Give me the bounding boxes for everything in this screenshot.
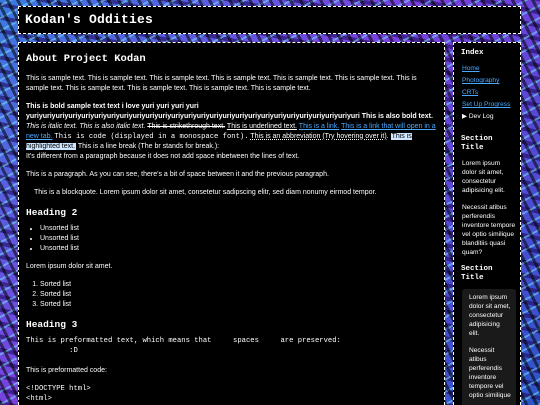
inline-code: This is code (displayed in a monospace f… — [54, 133, 249, 141]
list-item: Unsorted list — [40, 224, 437, 234]
page-heading: About Project Kodan — [26, 53, 146, 65]
sidebar: Index Home Photography CRTs Set Up Progr… — [453, 42, 521, 405]
list-item: Sorted list — [40, 290, 437, 300]
heading-2: Heading 2 — [26, 207, 78, 218]
section-title-1: Section Title — [461, 135, 493, 152]
intro-text: This is sample text. This is sample text… — [26, 75, 417, 92]
line-break-text: This is a line break (The br stands for … — [77, 143, 220, 150]
nav-crts[interactable]: CRTs — [462, 89, 478, 96]
list-item: Sorted list — [40, 280, 437, 290]
paragraph-text: This is a paragraph. As you can see, the… — [26, 171, 329, 178]
strikethrough-text: This is strikethrough text. — [147, 123, 226, 130]
italic-also-text: This is also italic text. — [79, 123, 146, 130]
index-title: Index — [461, 49, 484, 57]
sorted-list: Sorted list Sorted list Sorted list — [26, 280, 437, 310]
nav-set-up-progress[interactable]: Set Up Progress — [462, 101, 510, 108]
unsorted-list: Unsorted list Unsorted list Unsorted lis… — [26, 224, 437, 254]
preformatted-code: <!DOCTYPE html> <html> <body> — [26, 385, 91, 403]
list-item: Unsorted list — [40, 244, 437, 254]
bold-text: This is bold sample text text i love yur… — [26, 103, 360, 120]
sidebar-nav: Home Photography CRTs Set Up Progress ▶ … — [459, 64, 516, 121]
list-item: Sorted list — [40, 300, 437, 310]
sample-link[interactable]: This is a link. — [299, 123, 339, 130]
section-2-text: Lorem ipsum dolor sit amet, consectetur … — [469, 294, 511, 337]
section-2-text-2: Necessit atibus perferendis inventore te… — [469, 347, 511, 399]
underlined-text: This is underlined text. — [226, 123, 297, 130]
section-1-text: Lorem ipsum dolor sit amet, consectetur … — [462, 160, 505, 194]
heading-3: Heading 3 — [26, 319, 78, 330]
section-2-box: Lorem ipsum dolor sit amet, consectetur … — [462, 289, 516, 405]
italic-text: This is italic text. — [26, 123, 78, 130]
formatting-paragraph: This is bold sample text text i love yur… — [26, 102, 437, 162]
nav-home[interactable]: Home — [462, 65, 480, 72]
preformatted-text: This is preformatted text, which means t… — [26, 337, 341, 355]
main-content: About Project Kodan This is sample text.… — [18, 42, 445, 405]
dev-log-label: Dev Log — [468, 113, 494, 120]
line-break-text-2: It's different from a paragraph because … — [26, 153, 300, 160]
preformatted-code-label: This is preformatted code: — [26, 367, 107, 374]
nav-dev-log[interactable]: ▶ Dev Log — [462, 112, 516, 121]
triangle-right-icon: ▶ — [462, 113, 468, 120]
bold-also-text: This is also bold text. — [361, 113, 433, 120]
site-title[interactable]: Kodan's Oddities — [19, 7, 520, 27]
lorem-text: Lorem ipsum dolor sit amet. — [26, 263, 113, 270]
list-item: Unsorted list — [40, 234, 437, 244]
blockquote: This is a blockquote. Lorem ipsum dolor … — [34, 189, 377, 196]
section-1-text-2: Necessit atibus perferendis inventore te… — [462, 204, 516, 256]
abbreviation[interactable]: This is an abbreviation (Try hovering ov… — [250, 133, 388, 140]
site-header: Kodan's Oddities — [18, 6, 521, 34]
section-title-2: Section Title — [461, 265, 493, 282]
nav-photography[interactable]: Photography — [462, 77, 499, 84]
